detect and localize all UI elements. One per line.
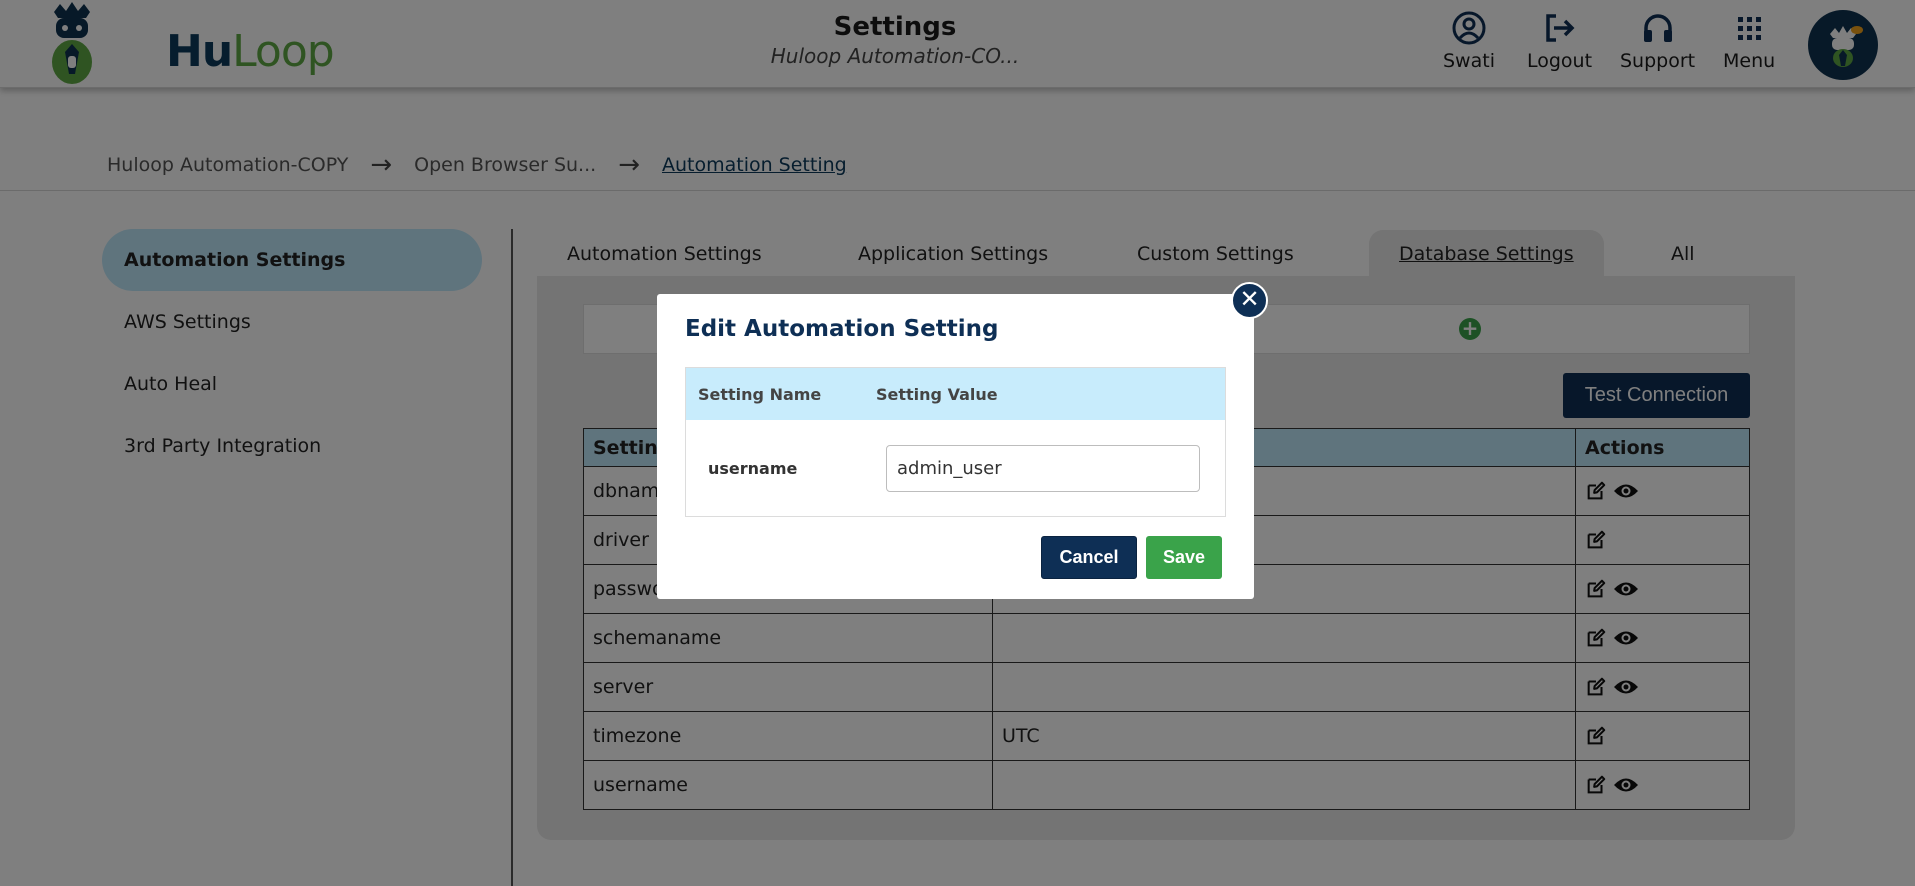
- modal-settings-table: Setting Name Setting Value username: [685, 367, 1226, 517]
- cancel-button[interactable]: Cancel: [1041, 536, 1137, 579]
- setting-value-input[interactable]: [886, 444, 1200, 492]
- modal-title: Edit Automation Setting: [685, 316, 999, 342]
- modal-table-header: Setting Name Setting Value: [686, 368, 1225, 420]
- modal-setting-name: username: [708, 458, 798, 478]
- modal-column-setting-name: Setting Name: [698, 384, 822, 404]
- edit-setting-modal: Edit Automation Setting Setting Name Set…: [657, 294, 1254, 599]
- modal-table-row: username: [686, 420, 1225, 516]
- close-icon[interactable]: ✕: [1231, 282, 1268, 319]
- save-button[interactable]: Save: [1146, 536, 1222, 579]
- modal-column-setting-value: Setting Value: [876, 384, 998, 404]
